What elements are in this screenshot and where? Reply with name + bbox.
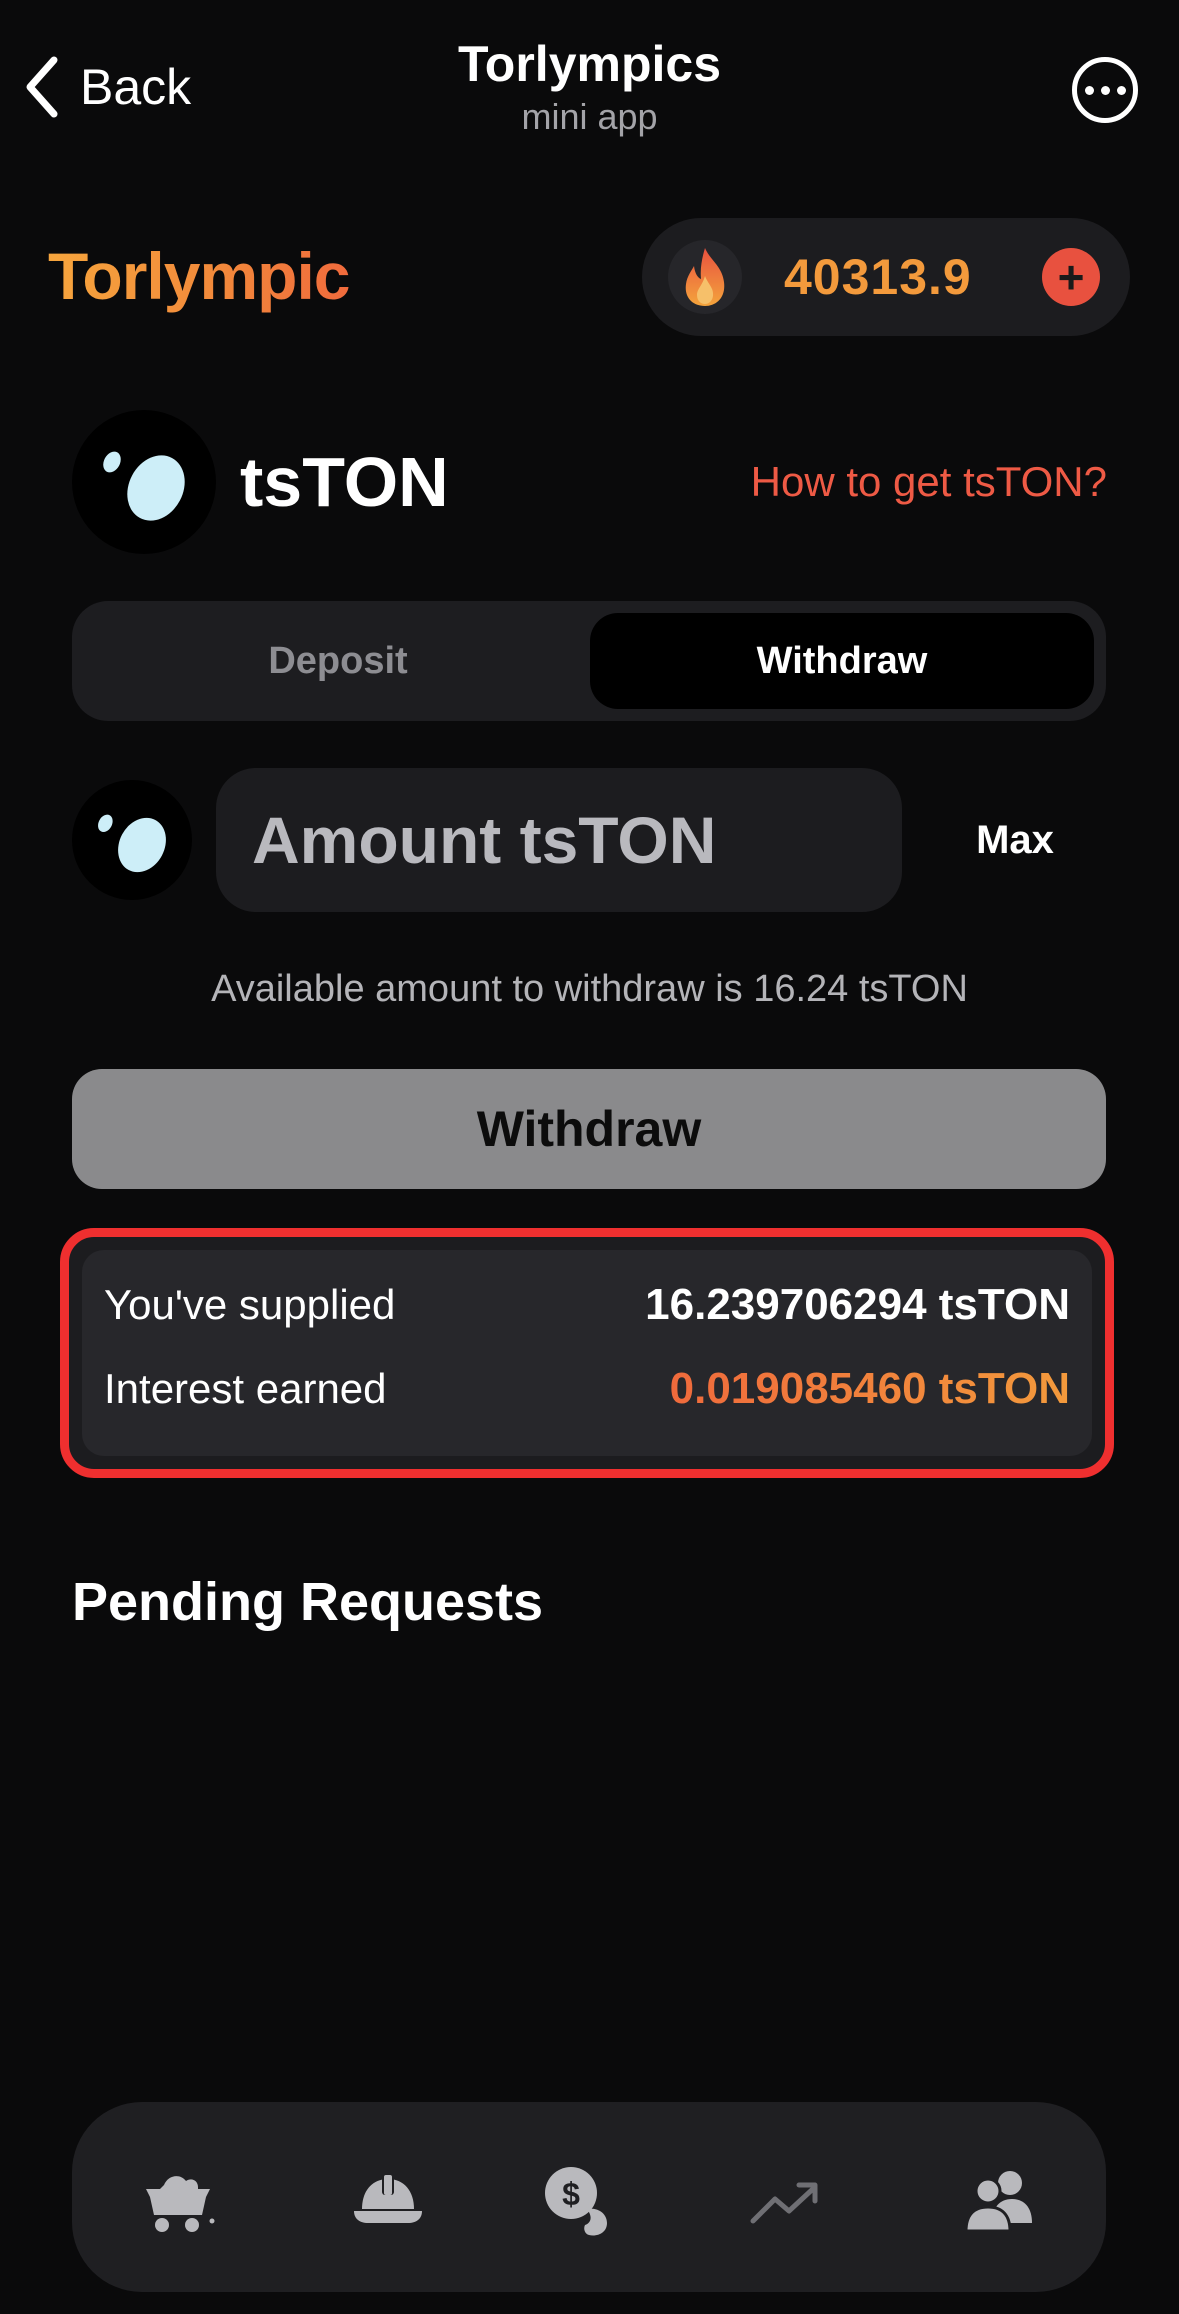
supplied-row: You've supplied 16.239706294 tsTON [104,1275,1070,1335]
deposit-withdraw-toggle: Deposit Withdraw [72,601,1106,721]
interest-label: Interest earned [104,1365,387,1412]
balance-value: 40313.9 [784,249,972,305]
supply-summary-inner: You've supplied 16.239706294 tsTON Inter… [82,1250,1092,1456]
more-options-icon[interactable] [1072,57,1138,123]
hard-hat-icon[interactable] [348,2161,428,2241]
supplied-label: You've supplied [104,1281,396,1328]
coins-icon[interactable]: $ [539,2161,619,2241]
tab-withdraw[interactable]: Withdraw [590,613,1094,709]
bottom-tab-bar: $ [72,2102,1106,2292]
fire-icon [668,240,742,314]
app-title: Torlympics [457,36,722,92]
tston-token-icon [72,410,216,554]
interest-value: 0.019085460 tsTON [669,1364,1070,1413]
withdraw-button[interactable]: Withdraw [72,1069,1106,1189]
app-title-block: Torlympics mini app [0,34,1179,140]
users-icon[interactable] [960,2161,1040,2241]
amount-input[interactable] [216,768,902,912]
svg-text:$: $ [562,2176,580,2212]
tston-token-icon-small [72,780,192,900]
top-navigation-bar: Back Torlympics mini app [0,0,1179,150]
token-name: tsTON [240,443,449,521]
pending-requests-title: Pending Requests [72,1572,544,1632]
app-subtitle: mini app [521,96,658,137]
add-balance-button[interactable]: + [1042,248,1100,306]
available-amount-note: Available amount to withdraw is 16.24 ts… [211,968,968,1010]
supplied-value: 16.239706294 tsTON [645,1280,1070,1329]
how-to-get-token-link[interactable]: How to get tsTON? [751,456,1107,508]
tab-deposit[interactable]: Deposit [86,613,590,709]
mine-cart-icon[interactable] [138,2161,218,2241]
brand-logo-text: Torlympic [48,236,351,316]
trending-up-icon[interactable] [745,2161,825,2241]
interest-row: Interest earned 0.019085460 tsTON [104,1359,1070,1419]
balance-pill: 40313.9 + [642,218,1130,336]
supply-summary-card: You've supplied 16.239706294 tsTON Inter… [60,1228,1114,1478]
max-button[interactable]: Max [940,808,1090,872]
